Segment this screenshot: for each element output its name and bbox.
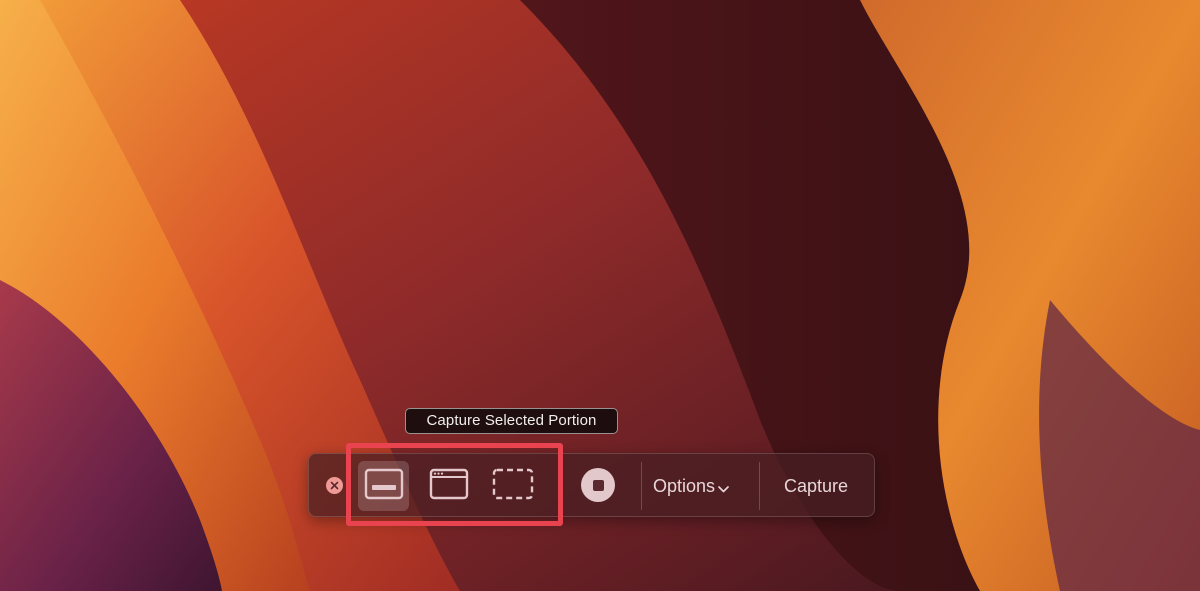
close-circle-icon (330, 477, 339, 495)
tooltip-label: Capture Selected Portion (426, 412, 597, 429)
chevron-down-icon (718, 477, 729, 498)
capture-entire-screen-icon (364, 468, 404, 505)
capture-label: Capture (784, 475, 849, 496)
record-stop-icon (592, 479, 604, 491)
divider (641, 462, 642, 510)
screenshot-toolbar: Options Capture (308, 453, 875, 517)
capture-window-button[interactable] (423, 461, 474, 511)
divider (759, 462, 760, 510)
close-button[interactable] (326, 477, 343, 494)
options-menu-button[interactable]: Options (653, 454, 729, 518)
capture-entire-screen-button[interactable] (358, 461, 409, 511)
desktop: Capture Selected Portion Options Capture (0, 0, 1200, 591)
record-button[interactable] (581, 468, 615, 502)
options-label: Options (653, 475, 716, 496)
tooltip: Capture Selected Portion (405, 408, 618, 434)
capture-selection-icon (492, 467, 534, 506)
capture-button[interactable]: Capture (784, 454, 848, 518)
capture-window-icon (429, 468, 469, 505)
capture-selection-button[interactable] (487, 461, 538, 511)
